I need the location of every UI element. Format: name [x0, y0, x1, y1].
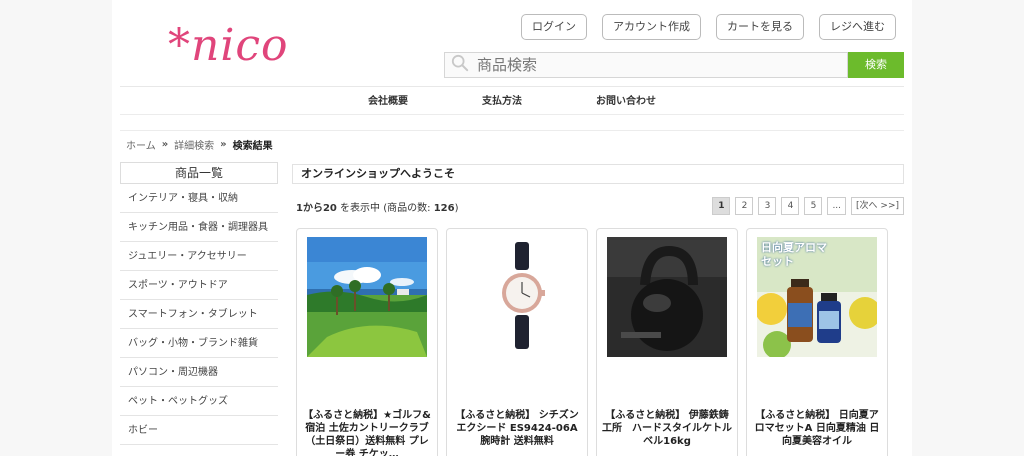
- pagination: 1 2 3 4 5 ... [次へ >>]: [712, 197, 904, 215]
- page-1[interactable]: 1: [712, 197, 731, 215]
- create-account-button[interactable]: アカウント作成: [602, 14, 701, 40]
- category-sidebar: 商品一覧 インテリア・寝具・収納 キッチン用品・食器・調理器具 ジュエリー・アク…: [120, 162, 278, 445]
- product-card[interactable]: 【ふるさと納税】★ゴルフ&宿泊 土佐カントリークラブ（土日祭日）送料無料 プレー…: [296, 228, 438, 456]
- header-buttons: ログイン アカウント作成 カートを見る レジへ進む: [521, 14, 896, 40]
- breadcrumb: ホーム » 詳細検索 » 検索結果: [126, 137, 273, 152]
- breadcrumb-separator: »: [161, 139, 169, 150]
- divider: [120, 114, 904, 115]
- product-grid: 【ふるさと納税】★ゴルフ&宿泊 土佐カントリークラブ（土日祭日）送料無料 プレー…: [296, 228, 888, 456]
- sidebar-item-hobby[interactable]: ホビー: [120, 416, 278, 445]
- page-4[interactable]: 4: [781, 197, 800, 215]
- site-logo[interactable]: *nico: [168, 18, 289, 74]
- page-ellipsis: ...: [827, 197, 847, 215]
- sidebar-item-interior[interactable]: インテリア・寝具・収納: [120, 184, 278, 213]
- page-container: *nico ログイン アカウント作成 カートを見る レジへ進む 検索 会社概要 …: [112, 0, 912, 456]
- search-input[interactable]: [477, 56, 837, 74]
- login-button[interactable]: ログイン: [521, 14, 587, 40]
- sidebar-item-jewelry[interactable]: ジュエリー・アクセサリー: [120, 242, 278, 271]
- result-count-label: を表示中 (商品の数:: [336, 203, 434, 214]
- result-count: 1から20 を表示中 (商品の数: 126): [296, 199, 458, 214]
- product-title[interactable]: 【ふるさと納税】 日向夏アロマセットA 日向夏精油 日向夏美容オイル: [751, 409, 883, 448]
- breadcrumb-current: 検索結果: [232, 141, 273, 152]
- aroma-set-label: 日向夏アロマセット: [761, 241, 827, 268]
- product-image-golf[interactable]: [307, 237, 427, 357]
- result-total: 126: [433, 203, 455, 214]
- nav-payment[interactable]: 支払方法: [442, 92, 522, 107]
- nav-company[interactable]: 会社概要: [368, 92, 408, 107]
- page-5[interactable]: 5: [804, 197, 823, 215]
- search-bar: 検索: [444, 52, 904, 78]
- result-range: 1から20: [296, 203, 337, 214]
- breadcrumb-detail-search[interactable]: 詳細検索: [174, 137, 214, 152]
- product-title[interactable]: 【ふるさと納税】 シチズン エクシード ES9424-06A 腕時計 送料無料: [451, 409, 583, 448]
- breadcrumb-home[interactable]: ホーム: [126, 137, 156, 152]
- sidebar-title: 商品一覧: [120, 162, 278, 184]
- sidebar-item-bags[interactable]: バッグ・小物・ブランド雑貨: [120, 329, 278, 358]
- sidebar-item-pc[interactable]: パソコン・周辺機器: [120, 358, 278, 387]
- search-icon: [451, 54, 469, 76]
- product-card[interactable]: 【ふるさと納税】 シチズン エクシード ES9424-06A 腕時計 送料無料: [446, 228, 588, 456]
- product-image-watch[interactable]: [457, 237, 577, 357]
- breadcrumb-separator: »: [220, 139, 227, 150]
- page-3[interactable]: 3: [758, 197, 777, 215]
- sidebar-item-sports[interactable]: スポーツ・アウトドア: [120, 271, 278, 300]
- nav-contact[interactable]: お問い合わせ: [556, 92, 656, 107]
- sidebar-item-kitchen[interactable]: キッチン用品・食器・調理器具: [120, 213, 278, 242]
- product-image-aroma-set[interactable]: 日向夏アロマセット: [757, 237, 877, 357]
- sidebar-item-smartphone[interactable]: スマートフォン・タブレット: [120, 300, 278, 329]
- product-image-kettlebell[interactable]: [607, 237, 727, 357]
- global-nav: 会社概要 支払方法 お問い合わせ: [112, 92, 912, 107]
- product-card[interactable]: 日向夏アロマセット 【ふるさと納税】 日向夏アロマセットA 日向夏精油 日向夏美…: [746, 228, 888, 456]
- page-2[interactable]: 2: [735, 197, 754, 215]
- product-title[interactable]: 【ふるさと納税】 伊藤鉄鋳工所 ハードスタイルケトルベル16kg: [601, 409, 733, 448]
- view-cart-button[interactable]: カートを見る: [716, 14, 804, 40]
- divider: [120, 130, 904, 131]
- product-title[interactable]: 【ふるさと納税】★ゴルフ&宿泊 土佐カントリークラブ（土日祭日）送料無料 プレー…: [301, 409, 433, 456]
- divider: [120, 86, 904, 87]
- product-card[interactable]: 【ふるさと納税】 伊藤鉄鋳工所 ハードスタイルケトルベル16kg: [596, 228, 738, 456]
- result-count-end: ): [454, 203, 459, 214]
- search-box: [444, 52, 848, 78]
- checkout-button[interactable]: レジへ進む: [819, 14, 896, 40]
- sidebar-item-pet[interactable]: ペット・ペットグッズ: [120, 387, 278, 416]
- next-page-link[interactable]: [次へ >>]: [851, 197, 904, 215]
- welcome-heading: オンラインショップへようこそ: [292, 164, 904, 184]
- search-button[interactable]: 検索: [848, 52, 904, 78]
